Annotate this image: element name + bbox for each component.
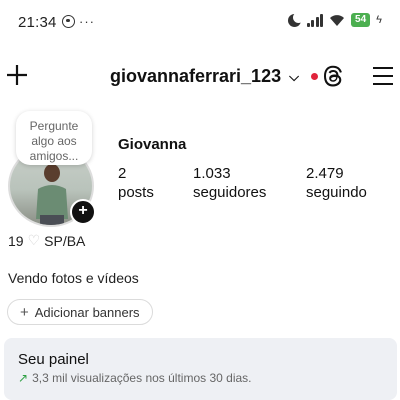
plus-icon: + — [20, 303, 29, 321]
chevron-down-icon: ⌵ — [289, 68, 299, 84]
trend-up-icon: ↗ — [18, 371, 29, 385]
username: giovannaferrari_123 — [110, 66, 282, 86]
heart-icon: ♡ — [27, 232, 41, 248]
add-story-plus-icon[interactable]: + — [70, 199, 96, 225]
whatsapp-icon — [62, 15, 75, 28]
profile-meta: 19 ♡ SP/BA — [8, 232, 85, 249]
bio-text: Vendo fotos e vídeos — [8, 270, 139, 286]
account-switcher[interactable]: giovannaferrari_123 ⌵ — [110, 66, 318, 87]
display-name: Giovanna — [118, 136, 187, 153]
notification-dot — [310, 73, 318, 80]
menu-icon[interactable] — [372, 66, 394, 86]
panel-subtitle-text: 3,3 mil visualizações nos últimos 30 dia… — [32, 371, 252, 385]
stat-label: seguindo — [306, 184, 367, 201]
note-bubble[interactable]: Pergunte algo aos amigos... — [16, 111, 92, 165]
wifi-icon — [330, 15, 345, 26]
do-not-disturb-icon — [287, 11, 304, 27]
status-time: 21:34 — [18, 14, 57, 31]
add-banners-button[interactable]: + Adicionar banners — [7, 299, 153, 325]
profile-photo — [36, 164, 68, 225]
add-banners-label: Adicionar banners — [34, 304, 140, 320]
dashboard-panel[interactable]: Seu painel ↗ 3,3 mil visualizações nos ú… — [4, 338, 397, 400]
more-notifications-icon: ··· — [79, 14, 95, 29]
stat-label: posts — [118, 184, 154, 201]
threads-icon[interactable] — [322, 64, 344, 88]
signal-icon — [306, 13, 324, 27]
create-plus-icon[interactable] — [6, 64, 28, 86]
meta-location: SP/BA — [44, 232, 86, 249]
panel-title: Seu painel — [18, 351, 89, 368]
stat-value: 2 — [118, 165, 127, 182]
meta-count: 19 — [8, 232, 24, 249]
charging-icon: ϟ — [376, 14, 382, 26]
stat-value: 1.033 — [193, 165, 231, 182]
stat-label: seguidores — [193, 184, 267, 201]
stat-value: 2.479 — [306, 165, 344, 182]
battery-icon: 54 — [351, 13, 371, 27]
stat-posts[interactable]: 2 posts — [118, 164, 154, 202]
stat-following[interactable]: 2.479 seguindo — [306, 164, 367, 202]
stat-followers[interactable]: 1.033 seguidores — [193, 164, 266, 202]
panel-subtitle: ↗ 3,3 mil visualizações nos últimos 30 d… — [18, 371, 252, 385]
status-icons: 54 ϟ — [287, 11, 382, 27]
